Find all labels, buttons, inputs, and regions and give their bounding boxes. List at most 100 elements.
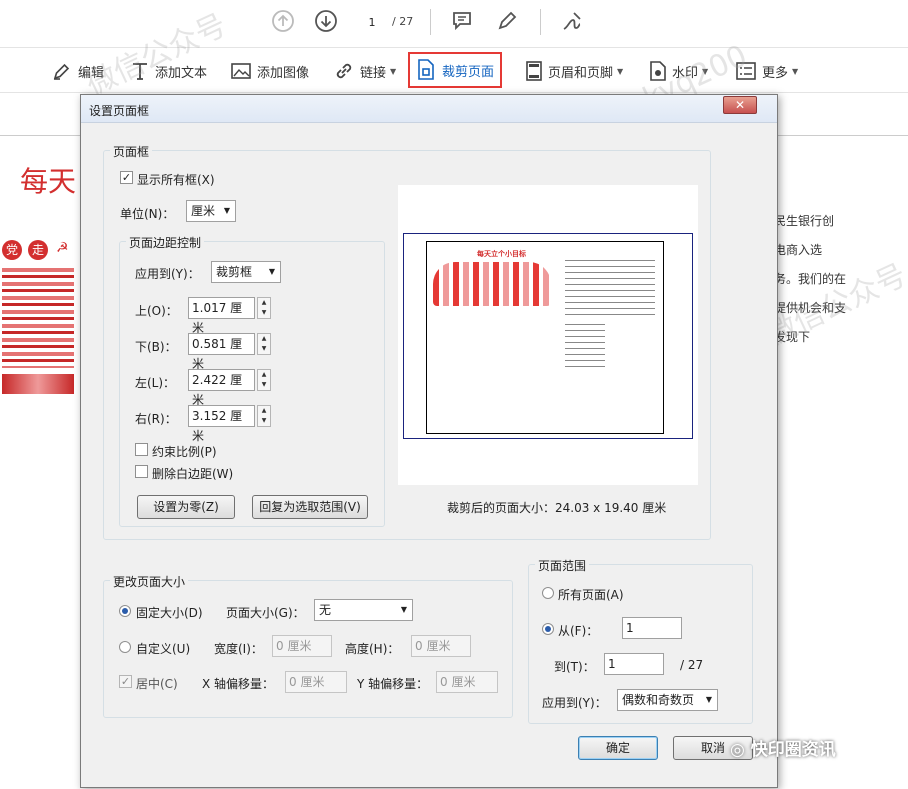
chevron-down-icon: ▼ [268,267,276,276]
document-text-line: 提供机会和支 [774,301,847,315]
left-margin-stepper[interactable]: ▲ ▼ [257,369,271,391]
comment-icon[interactable] [450,9,474,33]
top-margin-input[interactable]: 1.017 厘米 [188,297,255,335]
bottom-margin-input[interactable]: 0.581 厘米 [188,333,255,371]
header-footer-icon [526,61,542,81]
show-all-boxes-label: 显示所有框(X) [137,173,215,187]
previous-page-icon[interactable] [271,9,295,33]
left-margin-input[interactable]: 2.422 厘米 [188,369,255,407]
unit-select[interactable]: 厘米 ▼ [186,200,236,222]
crop-box-outline: 每天立个小目标 [426,241,664,434]
wechat-icon: ◎ [730,740,745,760]
page-from-radio[interactable] [542,623,554,635]
left-margin-label: 左(L)： [135,376,176,390]
add-text-label: 添加文本 [155,65,208,81]
top-margin-stepper[interactable]: ▲ ▼ [257,297,271,319]
link-label: 链接 [360,65,387,81]
custom-size-label: 自定义(U) [136,642,191,656]
preview-thumb-title: 每天立个小目标 [477,250,526,258]
bottom-margin-label: 下(B)： [135,340,177,354]
crop-icon [418,59,434,80]
constrain-proportions-label: 约束比例(P) [152,445,217,459]
document-text-line: 发现下 [774,330,811,344]
page-number-input[interactable]: 1 [355,11,389,33]
image-icon [231,63,251,79]
edit-icon [53,63,70,80]
page-from-input[interactable]: 1 [622,617,682,639]
page-to-input[interactable]: 1 [604,653,664,675]
close-button[interactable]: ✕ [723,96,757,114]
bottom-margin-stepper[interactable]: ▲ ▼ [257,333,271,355]
cropped-size-caption: 裁剪后的页面大小：24.03 x 19.40 厘米 [447,501,667,515]
text-icon [133,63,147,80]
group-label: 页面范围 [535,557,590,574]
revert-to-selection-button[interactable]: 回复为选取范围(V) [252,495,368,519]
dialog-titlebar[interactable]: 设置页面框 ✕ [81,95,777,123]
preview-poster-graphic [433,262,551,306]
dialog-title: 设置页面框 [89,104,150,118]
set-to-zero-button[interactable]: 设置为零(Z) [137,495,235,519]
preview-text-block [565,324,605,372]
remove-white-margins-checkbox[interactable] [135,465,148,478]
edit-label: 编辑 [78,65,105,81]
height-input[interactable]: 0 厘米 [411,635,471,657]
watermark-icon [650,61,666,81]
chevron-down-icon: ▼ [792,66,799,76]
wechat-account-badge: ◎ 快印圈资讯 [730,735,836,760]
height-label: 高度(H)： [345,642,400,656]
ok-button[interactable]: 确定 [578,736,658,760]
constrain-proportions-checkbox[interactable] [135,443,148,456]
list-icon [736,62,756,80]
right-margin-stepper[interactable]: ▲ ▼ [257,405,271,427]
poster-badge: 走 [28,240,48,260]
chevron-down-icon: ▼ [702,66,709,76]
x-offset-input[interactable]: 0 厘米 [285,671,347,693]
set-page-boxes-dialog: 设置页面框 ✕ 页面框 ✓ 显示所有框(X) 单位(N)： 厘米 ▼ 页面边距控制… [80,94,778,788]
apply-to-value: 裁剪框 [216,265,253,279]
watermark-button[interactable]: 水印 ▼ [650,56,708,86]
page-to-label: 到(T)： [554,660,595,674]
center-label: 居中(C) [136,677,178,691]
custom-size-radio[interactable] [119,641,131,653]
poster-badge: 党 [2,240,22,260]
all-pages-label: 所有页面(A) [558,588,624,602]
top-margin-label: 上(O)： [135,304,178,318]
document-text-line: 务。我们的在 [774,272,847,286]
pen-icon[interactable] [495,9,519,33]
unit-value: 厘米 [191,204,216,218]
center-checkbox[interactable]: ✓ [119,675,132,688]
wechat-account-name: 快印圈资讯 [750,740,836,760]
header-footer-button[interactable]: 页眉和页脚 ▼ [526,56,623,86]
page-preview: 每天立个小目标 [398,185,698,485]
apply-to-label: 应用到(Y)： [135,267,200,281]
document-poster-image: 党 走 ☭ [0,234,78,399]
y-offset-label: Y 轴偏移量： [357,677,429,691]
document-text-line: 民生银行创 [774,214,835,228]
add-text-button[interactable]: 添加文本 [131,56,207,86]
more-label: 更多 [762,65,789,81]
add-image-button[interactable]: 添加图像 [231,56,309,86]
more-button[interactable]: 更多 ▼ [736,56,798,86]
y-offset-input[interactable]: 0 厘米 [436,671,498,693]
chevron-down-icon: ▼ [400,605,408,614]
range-apply-to-label: 应用到(Y)： [542,696,607,710]
width-label: 宽度(I)： [214,642,263,656]
watermark-label: 水印 [672,65,699,81]
edit-button[interactable]: 编辑 [52,56,104,86]
range-apply-to-value: 偶数和奇数页 [622,693,695,707]
show-all-boxes-checkbox[interactable]: ✓ [120,171,133,184]
right-margin-input[interactable]: 3.152 厘米 [188,405,255,443]
all-pages-radio[interactable] [542,587,554,599]
page-size-select[interactable]: 无 ▼ [314,599,413,621]
sign-icon[interactable] [560,9,584,33]
crop-page-button[interactable]: 裁剪页面 [408,52,503,88]
range-apply-to-select[interactable]: 偶数和奇数页 ▼ [617,689,718,711]
chevron-down-icon: ▼ [223,206,231,215]
divider [430,9,431,35]
apply-to-select[interactable]: 裁剪框 ▼ [211,261,281,283]
remove-white-margins-label: 删除白边距(W) [152,467,234,481]
fixed-size-radio[interactable] [119,605,131,617]
width-input[interactable]: 0 厘米 [272,635,332,657]
link-button[interactable]: 链接 ▼ [334,56,396,86]
next-page-icon[interactable] [314,9,338,33]
